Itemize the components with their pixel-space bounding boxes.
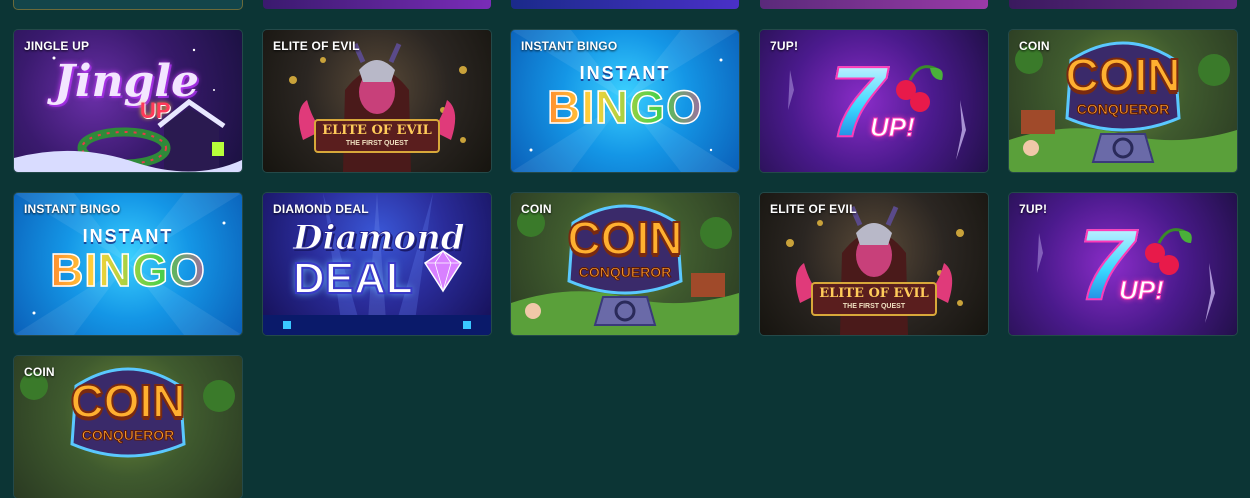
game-grid: Jingle UP JINGLE UP ELITE OF EVIL THE FI… xyxy=(0,0,1250,498)
game-logo-line2: BINGO xyxy=(525,83,725,131)
game-title: DIAMOND DEAL xyxy=(273,202,369,216)
game-logo-line2: UP! xyxy=(1119,275,1165,305)
game-tile-instant-bingo[interactable]: INSTANT BINGO INSTANT BINGO xyxy=(14,193,242,335)
game-title: INSTANT BINGO xyxy=(521,39,618,53)
game-logo-line2: CONQUEROR xyxy=(578,264,672,280)
game-title: 7UP! xyxy=(1019,202,1048,216)
game-title: ELITE OF EVIL xyxy=(770,202,857,216)
game-logo-line2: CONQUEROR xyxy=(1076,101,1170,117)
game-logo-line2: THE FIRST QUEST xyxy=(345,140,409,147)
game-title: ELITE OF EVIL xyxy=(273,39,360,53)
game-logo-line2: DEAL xyxy=(292,254,414,303)
game-tile-instant-bingo[interactable]: INSTANT BINGO INSTANT BINGO xyxy=(511,30,739,172)
game-logo-line2: UP! xyxy=(870,112,916,142)
game-tile-jingle-up[interactable]: Jingle UP JINGLE UP xyxy=(14,30,242,172)
partial-tile-top[interactable] xyxy=(14,0,242,9)
game-tile-elite-of-evil[interactable]: ELITE OF EVIL THE FIRST QUEST ELITE OF E… xyxy=(760,193,988,335)
partial-tile-top[interactable] xyxy=(511,0,739,9)
game-logo-line1: COIN xyxy=(1065,49,1182,101)
game-title: COIN xyxy=(1019,39,1050,53)
game-logo-line2: UP xyxy=(140,98,171,123)
game-tile-coin-conqueror[interactable]: COIN CONQUEROR COIN xyxy=(1009,30,1237,172)
game-tile-elite-of-evil[interactable]: ELITE OF EVIL THE FIRST QUEST ELITE OF E… xyxy=(263,30,491,172)
game-logo-line1: ELITE OF EVIL xyxy=(819,286,929,301)
game-tile-coin-conqueror[interactable]: COIN CONQUEROR COIN xyxy=(511,193,739,335)
game-title: JINGLE UP xyxy=(24,39,90,53)
game-logo-line1: Diamond xyxy=(293,218,466,258)
game-logo-line1: Jingle xyxy=(54,56,199,107)
game-title: COIN xyxy=(24,365,55,379)
game-logo-line1: COIN xyxy=(567,212,684,264)
partial-tile-top[interactable] xyxy=(760,0,988,9)
game-title: COIN xyxy=(521,202,552,216)
game-logo-line2: BINGO xyxy=(28,246,228,294)
partial-tile-top[interactable] xyxy=(263,0,491,9)
game-tile-coin-conqueror[interactable]: COIN CONQUEROR COIN xyxy=(14,356,242,498)
game-logo-line1: ELITE OF EVIL xyxy=(322,123,432,138)
partial-tile-top[interactable] xyxy=(1009,0,1237,9)
game-logo-line1: COIN xyxy=(70,375,187,427)
game-title: INSTANT BINGO xyxy=(24,202,121,216)
game-tile-7up[interactable]: 7 UP! 7UP! xyxy=(1009,193,1237,335)
game-tile-diamond-deal[interactable]: Diamond DEAL DIAMOND DEAL xyxy=(263,193,491,335)
game-title: 7UP! xyxy=(770,39,799,53)
game-logo-line1: INSTANT xyxy=(82,226,174,246)
game-tile-7up[interactable]: 7 UP! 7UP! xyxy=(760,30,988,172)
game-logo-line1: INSTANT xyxy=(579,63,671,83)
game-logo-line2: THE FIRST QUEST xyxy=(842,303,906,310)
